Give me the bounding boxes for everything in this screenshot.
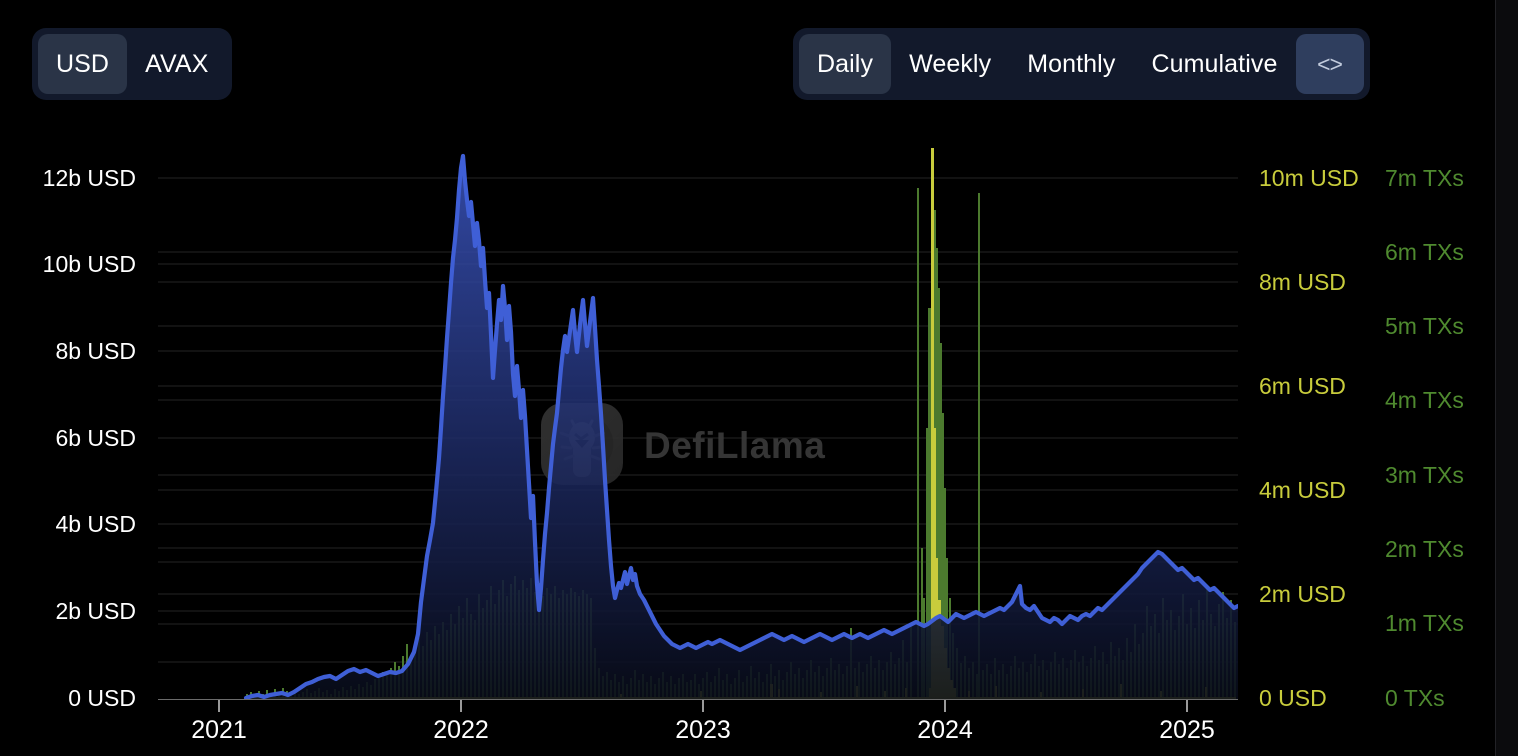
fees-tick-0: 0 USD — [1259, 685, 1327, 711]
fees-revenue-chart[interactable]: DefiLlama — [0, 128, 1495, 756]
x-tick-2022: 2022 — [433, 716, 489, 744]
left-tick-6b: 6b USD — [55, 425, 136, 451]
interval-option-monthly[interactable]: Monthly — [1009, 34, 1133, 94]
txs-tick-6m: 6m TXs — [1385, 239, 1464, 265]
chart-toolbar: USD AVAX Daily Weekly Monthly Cumulative… — [0, 0, 1495, 128]
x-tick-2021: 2021 — [191, 716, 247, 744]
fees-tick-10m: 10m USD — [1259, 165, 1359, 191]
left-tick-2b: 2b USD — [55, 598, 136, 624]
currency-option-usd[interactable]: USD — [38, 34, 127, 94]
chart-gridlines — [158, 178, 1238, 662]
chart-x-tick-labels: 2021 2022 2023 2024 2025 — [191, 716, 1215, 744]
currency-toggle[interactable]: USD AVAX — [32, 28, 232, 100]
interval-option-cumulative[interactable]: Cumulative — [1133, 34, 1295, 94]
interval-option-weekly[interactable]: Weekly — [891, 34, 1009, 94]
txs-tick-5m: 5m TXs — [1385, 313, 1464, 339]
chart-container: DefiLlama — [0, 128, 1495, 756]
x-tick-2023: 2023 — [675, 716, 731, 744]
fees-tick-2m: 2m USD — [1259, 581, 1346, 607]
chart-right-fees-axis-labels: 10m USD 8m USD 6m USD 4m USD 2m USD 0 US… — [1259, 165, 1359, 711]
txs-tick-3m: 3m TXs — [1385, 462, 1464, 488]
x-tick-2025: 2025 — [1159, 716, 1215, 744]
fees-chart-page: USD AVAX Daily Weekly Monthly Cumulative… — [0, 0, 1518, 756]
code-icon: <> — [1317, 51, 1342, 78]
txs-tick-7m: 7m TXs — [1385, 165, 1464, 191]
currency-option-avax[interactable]: AVAX — [127, 34, 226, 94]
txs-tick-4m: 4m TXs — [1385, 387, 1464, 413]
left-tick-12b: 12b USD — [43, 165, 136, 191]
chart-left-axis-labels: 12b USD 10b USD 8b USD 6b USD 4b USD 2b … — [43, 165, 136, 711]
txs-tick-1m: 1m TXs — [1385, 610, 1464, 636]
code-embed-button[interactable]: <> — [1296, 34, 1364, 94]
txs-tick-0: 0 TXs — [1385, 685, 1445, 711]
left-tick-0: 0 USD — [68, 685, 136, 711]
chart-x-axis — [158, 700, 1238, 713]
left-tick-4b: 4b USD — [55, 511, 136, 537]
fees-tick-6m: 6m USD — [1259, 373, 1346, 399]
chart-plot-area — [246, 142, 1238, 700]
interval-option-daily[interactable]: Daily — [799, 34, 891, 94]
fees-tick-8m: 8m USD — [1259, 269, 1346, 295]
x-tick-2024: 2024 — [917, 716, 973, 744]
page-scrollbar[interactable] — [1495, 0, 1518, 756]
fees-tick-4m: 4m USD — [1259, 477, 1346, 503]
txs-tick-2m: 2m TXs — [1385, 536, 1464, 562]
watermark-label: DefiLlama — [644, 425, 825, 466]
left-tick-10b: 10b USD — [43, 251, 136, 277]
chart-right-txs-axis-labels: 7m TXs 6m TXs 5m TXs 4m TXs 3m TXs 2m TX… — [1385, 165, 1464, 711]
left-tick-8b: 8b USD — [55, 338, 136, 364]
interval-toggle[interactable]: Daily Weekly Monthly Cumulative <> — [793, 28, 1370, 100]
